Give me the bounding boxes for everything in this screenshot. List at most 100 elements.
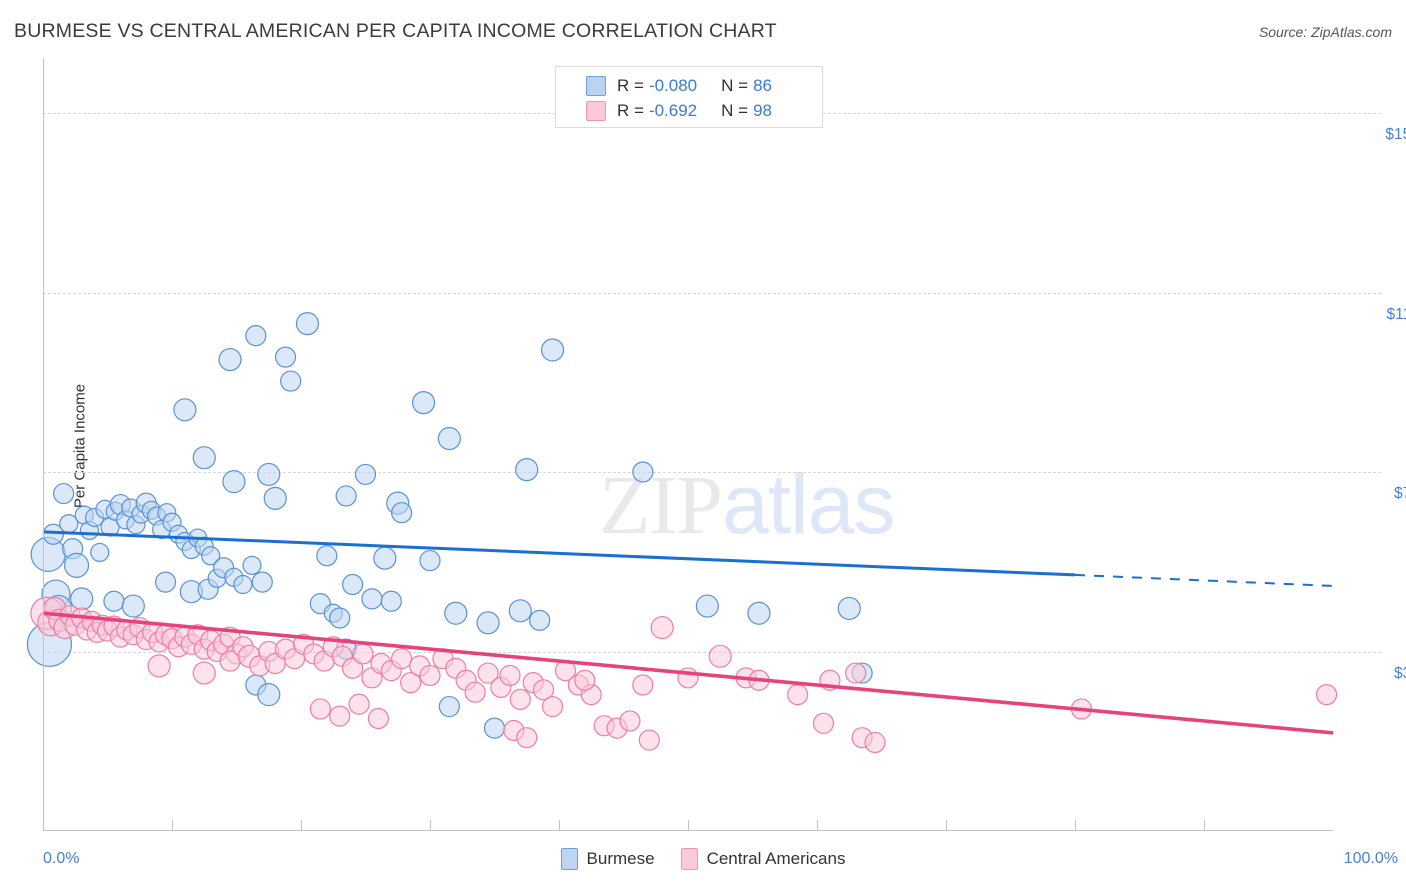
legend-r-value-central-americans: -0.692 — [648, 100, 698, 120]
data-point[interactable] — [257, 462, 281, 487]
data-point[interactable] — [632, 461, 654, 483]
data-point[interactable] — [348, 693, 370, 715]
data-point[interactable] — [419, 664, 441, 687]
data-point[interactable] — [529, 609, 551, 631]
data-point[interactable] — [295, 312, 320, 336]
series-legend-item-central-americans[interactable]: Central Americans — [680, 848, 845, 870]
data-point[interactable] — [638, 729, 660, 751]
data-point[interactable] — [90, 542, 110, 563]
data-point[interactable] — [263, 486, 287, 510]
data-point[interactable] — [515, 458, 539, 482]
x-axis-tick — [430, 820, 431, 831]
data-point[interactable] — [464, 681, 486, 703]
data-point[interactable] — [708, 644, 732, 668]
data-point[interactable] — [438, 695, 460, 718]
data-point[interactable] — [787, 683, 809, 706]
data-point[interactable] — [173, 398, 197, 422]
data-point[interactable] — [516, 727, 538, 749]
data-point[interactable] — [837, 596, 861, 621]
legend-r-value-burmese: -0.080 — [648, 75, 698, 95]
data-point[interactable] — [499, 664, 521, 687]
y-axis-tick-label: $75,000 — [1393, 485, 1406, 503]
correlation-chart: BURMESE VS CENTRAL AMERICAN PER CAPITA I… — [0, 0, 1406, 892]
data-point[interactable] — [367, 707, 389, 730]
data-point[interactable] — [650, 615, 674, 640]
data-point[interactable] — [103, 590, 125, 612]
data-point[interactable] — [509, 688, 531, 710]
legend-row-central-americans: R = -0.692 N = 98 — [586, 98, 822, 123]
data-point[interactable] — [1315, 683, 1338, 706]
data-point[interactable] — [280, 370, 302, 392]
data-point[interactable] — [222, 469, 246, 494]
source-attribution: Source: ZipAtlas.com — [1258, 24, 1392, 40]
data-point[interactable] — [274, 346, 297, 368]
legend-n-key-burmese: N = — [721, 75, 749, 95]
data-point[interactable] — [483, 717, 506, 739]
x-axis-tick — [559, 820, 560, 831]
legend-swatch-central-americans — [586, 100, 606, 121]
data-point[interactable] — [329, 607, 351, 629]
x-axis-tick — [172, 820, 173, 831]
data-point[interactable] — [147, 654, 171, 678]
data-point[interactable] — [257, 682, 281, 707]
data-point[interactable] — [845, 662, 867, 684]
legend-r-key-burmese: R = — [617, 75, 644, 95]
data-point[interactable] — [335, 485, 357, 507]
data-point[interactable] — [540, 338, 565, 362]
legend-n-value-burmese: 86 — [753, 75, 772, 95]
data-point[interactable] — [53, 482, 75, 505]
data-point[interactable] — [329, 705, 351, 727]
data-point[interactable] — [309, 698, 331, 720]
data-point[interactable] — [695, 594, 719, 618]
data-point[interactable] — [574, 669, 596, 691]
data-point[interactable] — [476, 611, 500, 635]
data-point[interactable] — [361, 588, 383, 610]
series-swatch-burmese — [560, 848, 578, 870]
page-title: BURMESE VS CENTRAL AMERICAN PER CAPITA I… — [14, 20, 777, 42]
data-point[interactable] — [508, 599, 532, 623]
data-point[interactable] — [812, 712, 835, 734]
data-point[interactable] — [391, 502, 413, 524]
data-point[interactable] — [380, 590, 402, 612]
data-point[interactable] — [316, 545, 338, 567]
data-point[interactable] — [541, 695, 564, 718]
data-point[interactable] — [218, 347, 242, 372]
series-legend-item-burmese[interactable]: Burmese — [560, 848, 655, 870]
series-legend: Burmese Central Americans — [0, 848, 1406, 870]
legend-r-key-central-americans: R = — [617, 100, 644, 120]
data-point[interactable] — [747, 601, 771, 625]
legend-n-value-central-americans: 98 — [753, 100, 772, 120]
data-point[interactable] — [245, 325, 267, 347]
data-point[interactable] — [251, 571, 273, 593]
data-point[interactable] — [619, 710, 641, 732]
data-point[interactable] — [63, 552, 90, 578]
data-point[interactable] — [419, 549, 441, 572]
trendline-central-americans — [42, 611, 1334, 735]
series-label-burmese: Burmese — [586, 849, 655, 868]
x-axis-tick — [817, 820, 818, 831]
data-point[interactable] — [342, 573, 364, 596]
x-axis-tick — [688, 820, 689, 831]
data-point[interactable] — [242, 555, 262, 575]
data-point[interactable] — [411, 391, 436, 415]
y-axis-line — [43, 58, 44, 831]
data-point[interactable] — [192, 661, 216, 685]
data-point[interactable] — [233, 574, 253, 595]
x-axis-tick — [1204, 820, 1205, 831]
data-point[interactable] — [192, 446, 216, 470]
data-point[interactable] — [632, 674, 654, 696]
data-point[interactable] — [154, 571, 177, 593]
data-point[interactable] — [352, 643, 374, 665]
series-swatch-central-americans — [680, 848, 698, 870]
data-point[interactable] — [121, 594, 145, 618]
x-axis-tick — [301, 820, 302, 831]
plot-area: ZIPatlas $150,000$112,500$75,000$37,500 — [26, 58, 1406, 831]
data-point[interactable] — [864, 731, 886, 754]
y-axis-tick-label: $112,500 — [1386, 305, 1406, 323]
data-point[interactable] — [437, 426, 461, 451]
data-point[interactable] — [373, 546, 397, 570]
data-point[interactable] — [354, 463, 377, 486]
y-axis-tick-label: $150,000 — [1385, 126, 1406, 144]
data-point[interactable] — [391, 648, 413, 670]
data-point[interactable] — [444, 601, 468, 625]
